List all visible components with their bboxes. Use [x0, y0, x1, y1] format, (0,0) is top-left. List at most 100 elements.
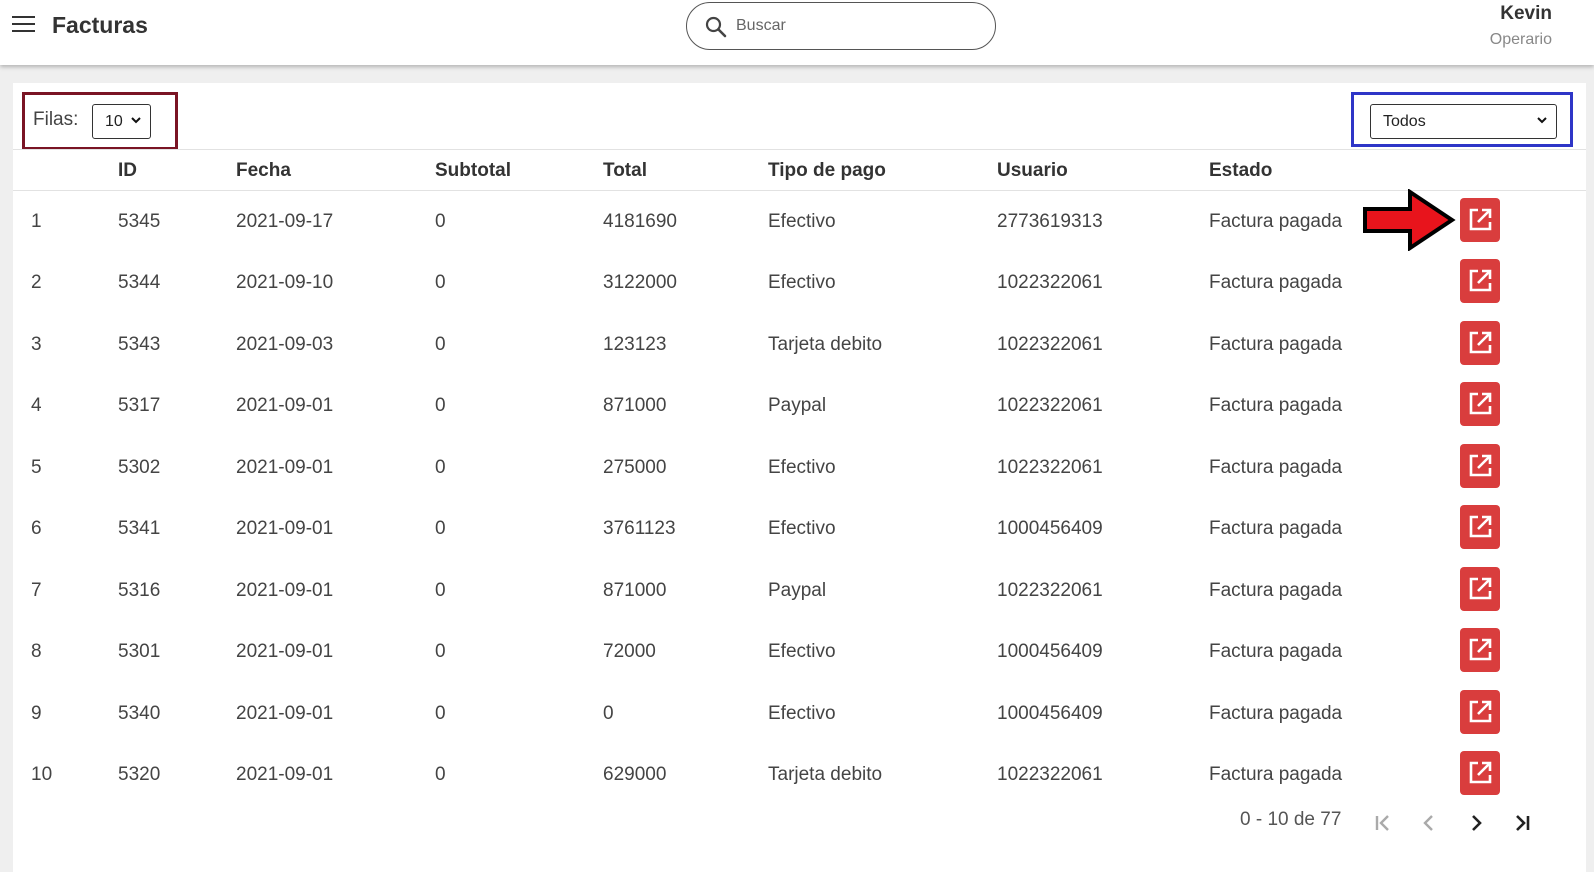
invoice-status: Factura pagada [1209, 395, 1343, 416]
payment-type: Efectivo [768, 641, 836, 662]
user-role: Operario [1489, 31, 1552, 48]
user-id: 1000456409 [997, 641, 1103, 662]
open-in-new-icon [1469, 577, 1492, 600]
row-number: 6 [31, 518, 42, 539]
table-row: 6 5341 2021-09-01 0 3761123 Efectivo 100045640… [13, 498, 1586, 560]
invoice-status: Factura pagada [1209, 272, 1343, 293]
search-box[interactable] [686, 2, 996, 50]
user-id: 2773619313 [997, 211, 1103, 232]
user-id: 1022322061 [997, 580, 1103, 601]
invoice-subtotal: 0 [435, 580, 446, 601]
payment-type: Tarjeta debito [768, 334, 883, 355]
invoice-id: 5317 [118, 395, 161, 416]
table-row: 1 5345 2021-09-17 0 4181690 Efectivo 277361931… [13, 191, 1586, 253]
chevron-left-icon[interactable] [1415, 809, 1443, 837]
invoice-date: 2021-09-01 [236, 457, 334, 478]
open-in-new-icon [1469, 761, 1492, 784]
edit-invoice-button[interactable] [1460, 444, 1500, 488]
invoice-status: Factura pagada [1209, 703, 1343, 724]
row-number: 1 [31, 211, 42, 232]
invoice-status: Factura pagada [1209, 641, 1343, 662]
invoice-total: 275000 [603, 457, 667, 478]
invoice-subtotal: 0 [435, 395, 446, 416]
invoice-id: 5345 [118, 211, 161, 232]
menu-icon[interactable] [12, 16, 35, 34]
invoice-subtotal: 0 [435, 641, 446, 662]
column-header-usuario: Usuario [997, 160, 1068, 181]
first-page-icon[interactable] [1369, 809, 1397, 837]
edit-invoice-button[interactable] [1460, 567, 1500, 611]
rows-per-page-select[interactable]: 10 [92, 104, 151, 139]
invoice-id: 5340 [118, 703, 161, 724]
edit-invoice-button[interactable] [1460, 382, 1500, 426]
row-number: 4 [31, 395, 42, 416]
table-row: 7 5316 2021-09-01 0 871000 Paypal 1022322061 Fa… [13, 560, 1586, 622]
invoice-subtotal: 0 [435, 211, 446, 232]
row-number: 3 [31, 334, 42, 355]
table-row: 4 5317 2021-09-01 0 871000 Paypal 1022322061 Fa… [13, 375, 1586, 437]
user-name: Kevin [1500, 3, 1552, 24]
table-row: 5 5302 2021-09-01 0 275000 Efectivo 1022322061… [13, 437, 1586, 499]
edit-invoice-button[interactable] [1460, 198, 1500, 242]
invoice-id: 5320 [118, 764, 161, 785]
payment-type: Efectivo [768, 272, 836, 293]
payment-type: Efectivo [768, 211, 836, 232]
search-input[interactable] [736, 12, 976, 40]
user-id: 1022322061 [997, 764, 1103, 785]
open-in-new-icon [1469, 331, 1492, 354]
invoice-id: 5341 [118, 518, 161, 539]
invoice-date: 2021-09-01 [236, 641, 334, 662]
edit-invoice-button[interactable] [1460, 505, 1500, 549]
table-row: 2 5344 2021-09-10 0 3122000 Efectivo 102232206… [13, 252, 1586, 314]
row-number: 7 [31, 580, 42, 601]
column-header-id: ID [118, 160, 137, 181]
table-row: 8 5301 2021-09-01 0 72000 Efectivo 1000456409 F… [13, 621, 1586, 683]
invoice-total: 871000 [603, 395, 667, 416]
edit-invoice-button[interactable] [1460, 628, 1500, 672]
invoice-status: Factura pagada [1209, 518, 1343, 539]
user-id: 1022322061 [997, 272, 1103, 293]
column-header-estado: Estado [1209, 160, 1273, 181]
invoice-status: Factura pagada [1209, 211, 1343, 232]
invoice-date: 2021-09-01 [236, 580, 334, 601]
payment-type: Paypal [768, 580, 827, 601]
chevron-right-icon[interactable] [1462, 809, 1490, 837]
user-id: 1022322061 [997, 334, 1103, 355]
invoice-id: 5302 [118, 457, 161, 478]
open-in-new-icon [1469, 269, 1492, 292]
chevron-down-icon [1537, 117, 1547, 124]
edit-invoice-button[interactable] [1460, 321, 1500, 365]
open-in-new-icon [1469, 392, 1492, 415]
open-in-new-icon [1469, 454, 1492, 477]
status-filter-select[interactable]: Todos [1370, 104, 1557, 139]
invoice-id: 5301 [118, 641, 161, 662]
invoice-status: Factura pagada [1209, 457, 1343, 478]
row-number: 5 [31, 457, 42, 478]
pagination-range: 0 - 10 de 77 [1240, 809, 1342, 830]
invoice-total: 629000 [603, 764, 667, 785]
edit-invoice-button[interactable] [1460, 751, 1500, 795]
invoice-date: 2021-09-10 [236, 272, 334, 293]
invoice-date: 2021-09-01 [236, 703, 334, 724]
invoice-total: 123123 [603, 334, 667, 355]
table-header: ID Fecha Subtotal Total Tipo de pago Usu… [13, 149, 1586, 191]
invoices-card: Filas: 10 Todos ID Fecha Subtotal Total … [13, 83, 1586, 872]
payment-type: Paypal [768, 395, 827, 416]
invoice-date: 2021-09-01 [236, 764, 334, 785]
column-header-total: Total [603, 160, 647, 181]
edit-invoice-button[interactable] [1460, 690, 1500, 734]
invoice-total: 0 [603, 703, 614, 724]
rows-label: Filas: [33, 109, 79, 130]
column-header-fecha: Fecha [236, 160, 291, 181]
invoice-date: 2021-09-17 [236, 211, 334, 232]
invoice-subtotal: 0 [435, 334, 446, 355]
edit-invoice-button[interactable] [1460, 259, 1500, 303]
invoice-date: 2021-09-03 [236, 334, 334, 355]
invoice-subtotal: 0 [435, 457, 446, 478]
open-in-new-icon [1469, 208, 1492, 231]
row-number: 10 [31, 764, 53, 785]
open-in-new-icon [1469, 700, 1492, 723]
invoice-id: 5344 [118, 272, 161, 293]
last-page-icon[interactable] [1508, 809, 1536, 837]
chevron-down-icon [131, 117, 141, 124]
